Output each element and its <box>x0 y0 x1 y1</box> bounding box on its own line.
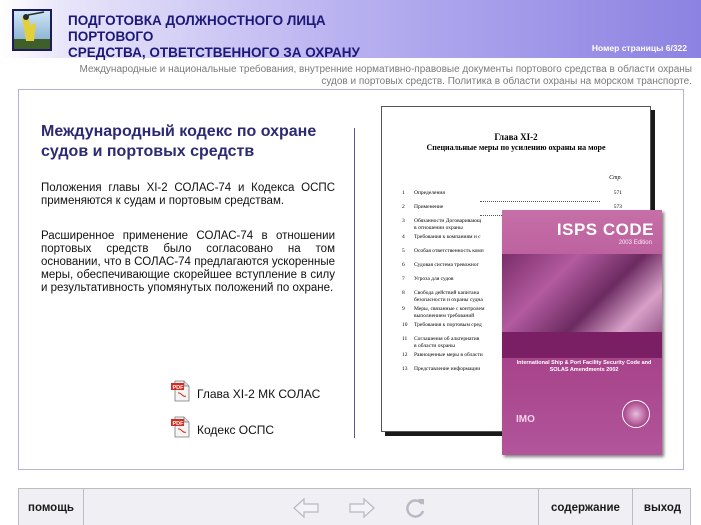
document-heading: Глава XI-2 Специальные меры по усилению … <box>382 107 650 153</box>
svg-text:PDF: PDF <box>173 421 185 427</box>
book-title: ISPS CODE <box>556 220 654 239</box>
paragraph-1: Положения главы XI-2 СОЛАС-74 и Кодекса … <box>41 182 335 207</box>
pdf-link-label: Кодекс ОСПС <box>197 422 275 437</box>
toc-number: 2 <box>402 204 405 210</box>
content-frame: Международный кодекс по охране судов и п… <box>18 89 684 470</box>
toc-number: 3 <box>402 218 405 224</box>
book-subtitle: International Ship & Port Facility Secur… <box>516 360 652 373</box>
toc-text-line1: Свобода действий капитана <box>414 290 480 296</box>
toc-number: 4 <box>402 234 405 240</box>
toc-number: 10 <box>402 322 408 328</box>
toc-number: 9 <box>402 306 405 312</box>
toc-page: 571 <box>613 190 622 196</box>
contents-button[interactable]: содержание <box>539 489 632 525</box>
isps-code-book-cover: ISPS CODE 2003 Edition International Shi… <box>502 210 662 455</box>
toc-text-line1: Судовая система тревожног <box>414 262 479 268</box>
book-edition: 2003 Edition <box>618 240 652 246</box>
toc-number: 1 <box>402 190 405 196</box>
section-title: Международный кодекс по охране судов и п… <box>41 123 317 160</box>
toc-text-line2: безопасности и охраны судна <box>414 296 483 303</box>
footer-separator <box>83 489 84 525</box>
toc-number: 7 <box>402 276 405 282</box>
toc-dot-leader <box>480 201 600 202</box>
toc-number: 8 <box>402 290 405 296</box>
pdf-link-isps-code[interactable]: PDF Кодекс ОСПС <box>171 416 274 443</box>
help-button[interactable]: помощь <box>19 489 83 525</box>
toc-text-line1: Соглашения об альтернатив <box>414 336 480 342</box>
toc-row: 1 Определения 571 <box>402 190 622 204</box>
course-title-line2: СРЕДСТВА, ОТВЕТСТВЕННОГО ЗА ОХРАНУ <box>68 45 360 60</box>
breadcrumb-line1: Международные и национальные требования,… <box>79 64 692 75</box>
paragraph-2: Расширенное применение СОЛАС-74 в отноше… <box>41 230 335 294</box>
breadcrumb: Международные и национальные требования,… <box>70 64 692 88</box>
imo-emblem-icon <box>622 400 650 428</box>
toc-number: 5 <box>402 248 405 254</box>
toc-text-line1: Обязанности Договаривающ <box>414 218 482 224</box>
toc-number: 12 <box>402 352 408 358</box>
toc-text-line1: Особая ответственность комп <box>414 248 484 254</box>
toc-text-line1: Требования к компаниям и с <box>414 234 481 240</box>
toc-text-line1: Равноценные меры в области <box>414 352 483 358</box>
book-cover-band <box>502 332 662 358</box>
document-subtitle: Специальные меры по усилению охраны на м… <box>426 143 606 152</box>
footer-nav: помощь содержание выход <box>18 488 691 525</box>
toc-text-line1: Определения <box>414 190 445 196</box>
pdf-link-solas-chapter[interactable]: PDF Глава XI-2 МК СОЛАС <box>171 380 320 407</box>
vertical-divider <box>354 128 355 438</box>
course-title: ПОДГОТОВКА ДОЛЖНОСТНОГО ЛИЦА ПОРТОВОГО С… <box>68 13 408 61</box>
exit-button[interactable]: выход <box>633 489 692 525</box>
toc-text-line1: Представление информации <box>414 366 481 372</box>
breadcrumb-line2: судов и портовых средств. Политика в обл… <box>321 76 692 87</box>
toc-number: 11 <box>402 336 408 342</box>
svg-text:PDF: PDF <box>173 385 185 391</box>
screen: ПОДГОТОВКА ДОЛЖНОСТНОГО ЛИЦА ПОРТОВОГО С… <box>0 0 701 525</box>
reload-icon[interactable] <box>402 495 430 521</box>
book-publisher: IMO <box>516 414 535 425</box>
toc-text-line1: Применение <box>414 204 444 210</box>
pdf-file-icon: PDF <box>171 416 191 443</box>
document-page-label: Стр. <box>609 175 622 181</box>
page-number: Номер страницы 6/322 <box>591 43 687 53</box>
course-title-line1: ПОДГОТОВКА ДОЛЖНОСТНОГО ЛИЦА ПОРТОВОГО <box>68 13 326 44</box>
forward-arrow-icon[interactable] <box>348 495 376 521</box>
toc-text-line1: Требования к портовым сред <box>414 322 482 328</box>
pdf-file-icon: PDF <box>171 380 191 407</box>
toc-text-line2: в области охраны <box>414 342 455 349</box>
toc-text-line1: Меры, связанные с контролем <box>414 306 485 312</box>
toc-number: 13 <box>402 366 408 372</box>
header: ПОДГОТОВКА ДОЛЖНОСТНОГО ЛИЦА ПОРТОВОГО С… <box>0 0 701 61</box>
toc-number: 6 <box>402 262 405 268</box>
course-logo <box>12 9 52 51</box>
document-chapter: Глава XI-2 <box>494 132 538 142</box>
back-arrow-icon[interactable] <box>292 495 320 521</box>
toc-text-line2: выполнением требований <box>414 312 475 319</box>
toc-text-line2: в отношении охраны <box>414 224 463 231</box>
pdf-link-label: Глава XI-2 МК СОЛАС <box>197 386 321 401</box>
toc-text-line1: Угроза для судов <box>414 276 454 282</box>
